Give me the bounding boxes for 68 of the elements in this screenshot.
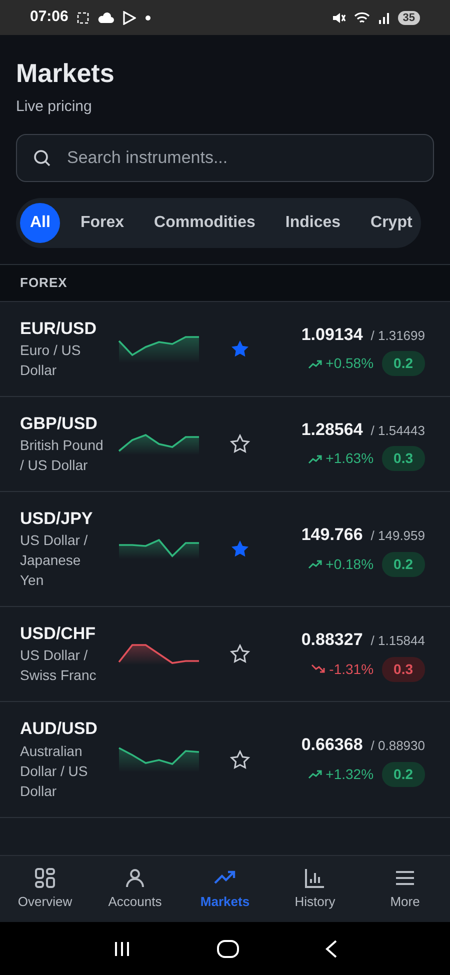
instrument-row[interactable]: USD/JPY US Dollar / Japanese Yen 149.766 / 149.959 +0.18% 0.2 bbox=[0, 492, 450, 608]
filter-tab[interactable]: All bbox=[20, 203, 60, 244]
filter-tab[interactable]: Forex bbox=[70, 203, 134, 244]
ask-price: / 0.88930 bbox=[370, 737, 425, 756]
search-field[interactable]: Search instruments... bbox=[16, 134, 434, 182]
instrument-symbol: AUD/USD bbox=[20, 718, 98, 740]
spread-badge: 0.3 bbox=[382, 446, 425, 472]
instrument-row[interactable]: GBP/USD British Pound / US Dollar 1.28564 / 1.54443 +1.63% 0.3 bbox=[0, 397, 450, 492]
page-title: Markets bbox=[16, 59, 116, 88]
spread-badge: 0.2 bbox=[382, 762, 425, 787]
ask-price: / 1.15844 bbox=[370, 632, 425, 650]
change-percent: -1.31% bbox=[329, 660, 374, 679]
instrument-name: US Dollar / Swiss Franc bbox=[20, 646, 98, 686]
ask-price: / 1.54443 bbox=[370, 422, 425, 440]
bid-price: 149.766 bbox=[301, 524, 363, 546]
star-icon[interactable] bbox=[230, 750, 250, 770]
change-percent: +0.58% bbox=[326, 354, 374, 374]
bid-price: 0.66368 bbox=[301, 734, 363, 756]
instrument-name: British Pound / US Dollar bbox=[20, 436, 104, 476]
nav-tab[interactable]: More bbox=[360, 856, 450, 922]
battery-level: 35 bbox=[398, 10, 420, 24]
filter-tab[interactable]: Commodities bbox=[144, 203, 266, 244]
instrument-row[interactable]: EUR/USD Euro / US Dollar 1.09134 / 1.31699 +0.58% 0.2 bbox=[0, 302, 450, 398]
instrument-row[interactable]: AUD/USD Australian Dollar / US Dollar 0.66368 / 0.88930 +1.32% 0.2 bbox=[0, 702, 450, 818]
nav-tab[interactable]: Overview bbox=[0, 856, 90, 922]
change-percent: +1.32% bbox=[326, 764, 374, 784]
instrument-row[interactable]: USD/CHF US Dollar / Swiss Franc 0.88327 / 1.15844 -1.31% 0.3 bbox=[0, 607, 450, 702]
instrument-name: US Dollar / Japanese Yen bbox=[20, 531, 89, 590]
star-icon[interactable] bbox=[230, 434, 250, 454]
change-percent: +1.63% bbox=[326, 449, 374, 468]
instrument-symbol: GBP/USD bbox=[20, 413, 98, 436]
grid-icon bbox=[33, 866, 57, 890]
ask-price: / 1.31699 bbox=[370, 326, 425, 345]
change-percent: +0.18% bbox=[326, 554, 374, 574]
star-icon[interactable] bbox=[230, 339, 250, 360]
instrument-symbol: USD/CHF bbox=[20, 623, 97, 646]
signal-icon bbox=[378, 12, 390, 24]
home-icon[interactable] bbox=[216, 938, 240, 958]
nav-tab[interactable]: History bbox=[270, 856, 360, 922]
bid-price: 0.88327 bbox=[301, 629, 363, 652]
back-icon[interactable] bbox=[324, 938, 338, 958]
bid-price: 1.09134 bbox=[301, 324, 363, 346]
screenshot-icon bbox=[76, 10, 90, 24]
instrument-name: Euro / US Dollar bbox=[20, 341, 82, 380]
instrument-symbol: USD/JPY bbox=[20, 508, 94, 530]
wifi-icon bbox=[354, 10, 370, 24]
dot-icon bbox=[144, 14, 152, 22]
instrument-name: Australian Dollar / US Dollar bbox=[20, 742, 89, 801]
status-time: 07:06 bbox=[30, 7, 68, 28]
mute-icon bbox=[332, 10, 346, 24]
play-icon bbox=[122, 10, 136, 24]
nav-tab[interactable]: Markets bbox=[180, 856, 270, 922]
filter-tab[interactable]: Indices bbox=[275, 203, 351, 244]
page-subtitle: Live pricing bbox=[16, 96, 93, 117]
instrument-symbol: EUR/USD bbox=[20, 318, 98, 340]
filter-tab[interactable]: Crypt bbox=[360, 203, 421, 244]
star-icon[interactable] bbox=[230, 539, 250, 560]
spread-badge: 0.3 bbox=[382, 656, 425, 682]
search-icon bbox=[33, 149, 51, 168]
spread-badge: 0.2 bbox=[382, 552, 425, 577]
ask-price: / 149.959 bbox=[370, 527, 425, 546]
cloud-icon bbox=[98, 12, 114, 24]
bar-chart-icon bbox=[303, 866, 327, 890]
nav-tab[interactable]: Accounts bbox=[90, 856, 180, 922]
spread-badge: 0.2 bbox=[382, 351, 425, 376]
star-icon[interactable] bbox=[230, 644, 250, 664]
bid-price: 1.28564 bbox=[301, 418, 363, 441]
section-header: FOREX bbox=[0, 264, 450, 302]
